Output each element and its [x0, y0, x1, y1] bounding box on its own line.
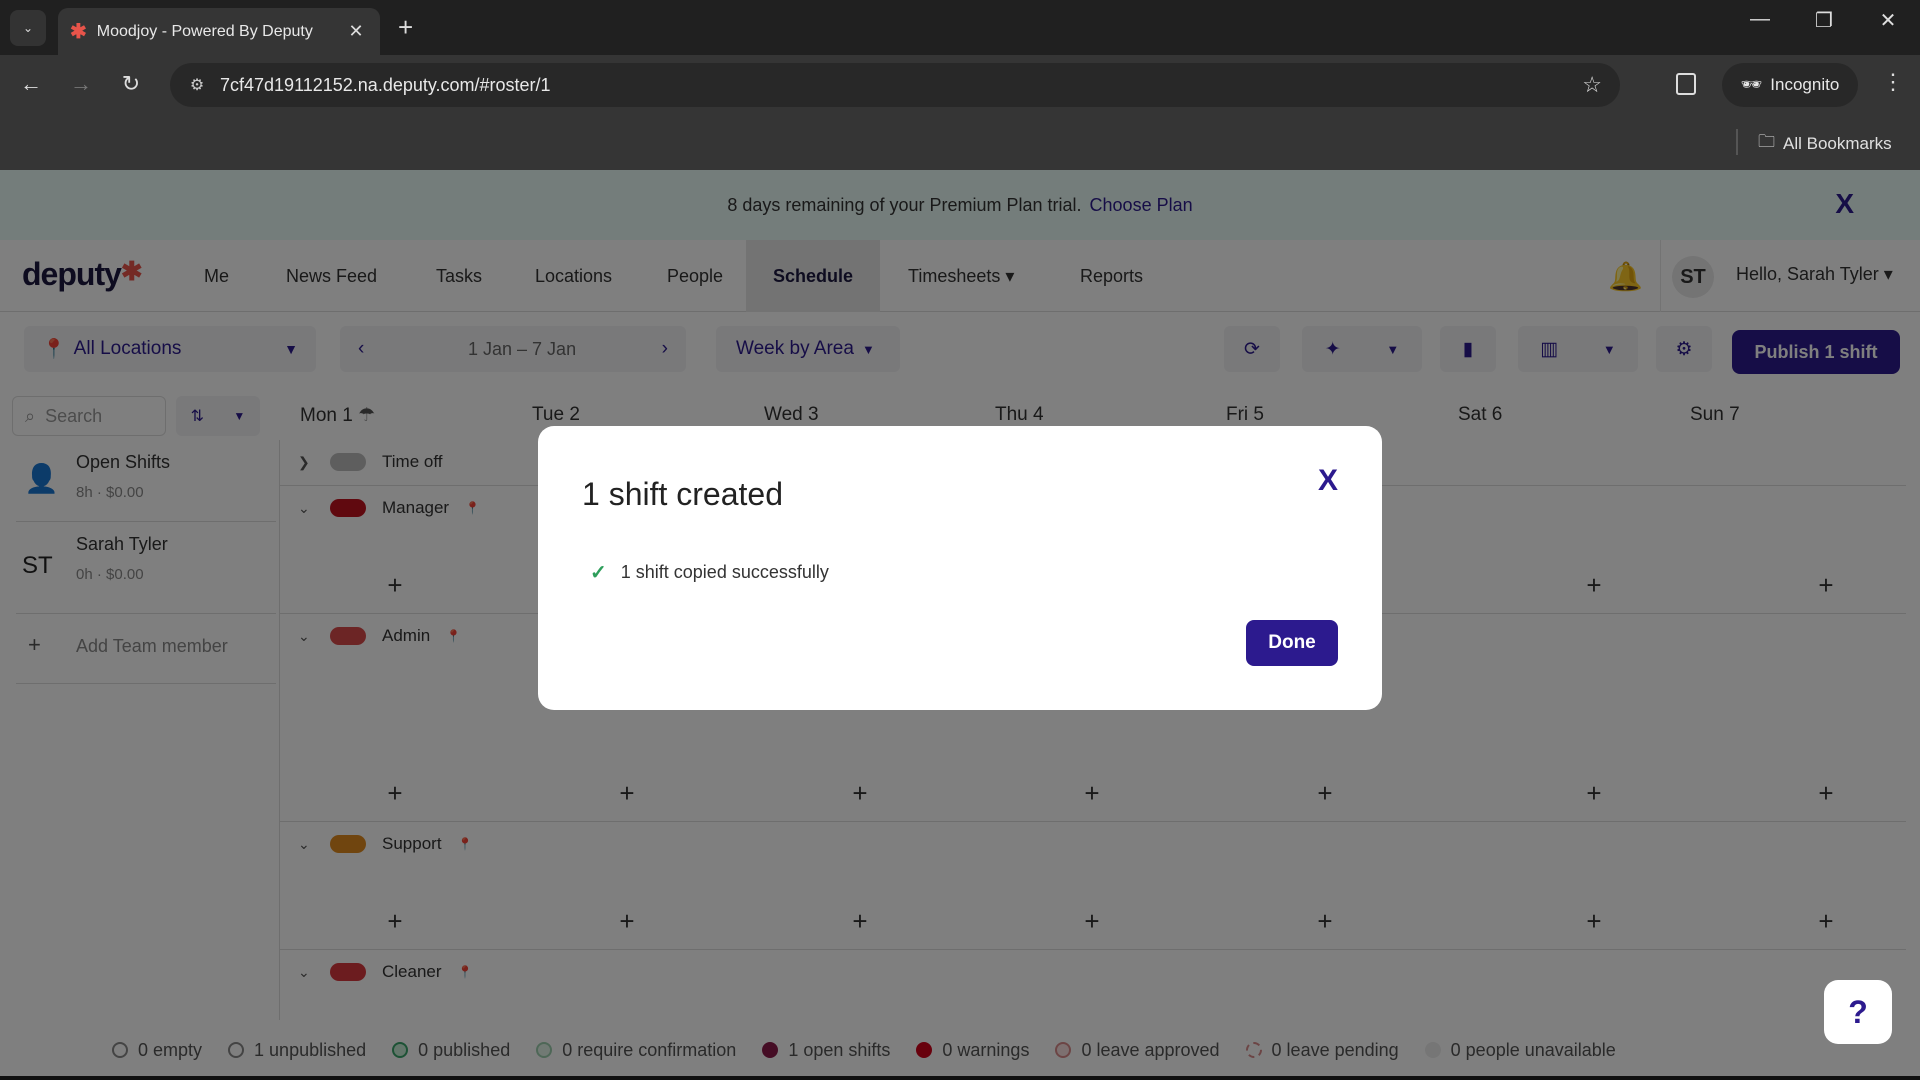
- url-text[interactable]: 7cf47d19112152.na.deputy.com/#roster/1: [220, 75, 551, 96]
- browser-tab[interactable]: ✱ Moodjoy - Powered By Deputy ✕: [58, 8, 380, 55]
- incognito-label: Incognito: [1770, 75, 1840, 94]
- all-bookmarks-label: All Bookmarks: [1783, 133, 1892, 153]
- dialog-message-text: 1 shift copied successfully: [620, 562, 829, 582]
- taskbar-edge: [0, 1076, 1920, 1080]
- window-close-icon[interactable]: ✕: [1868, 8, 1908, 33]
- help-button[interactable]: ?: [1824, 980, 1892, 1044]
- site-info-icon[interactable]: ⚙: [182, 75, 212, 95]
- reload-icon[interactable]: ↻: [116, 71, 146, 97]
- browser-menu-icon[interactable]: ⋮: [1882, 69, 1904, 95]
- deputy-favicon-icon: ✱: [70, 21, 87, 43]
- incognito-indicator[interactable]: 🕶 Incognito: [1722, 63, 1858, 107]
- done-button[interactable]: Done: [1246, 620, 1338, 666]
- browser-tab-bar: ⌄ ✱ Moodjoy - Powered By Deputy ✕ + — ❐ …: [0, 0, 1920, 55]
- forward-icon[interactable]: →: [66, 71, 96, 97]
- tab-title: Moodjoy - Powered By Deputy: [96, 22, 313, 40]
- folder-icon: 🗀: [1758, 132, 1775, 151]
- new-tab-button[interactable]: +: [398, 12, 413, 43]
- deputy-app: 8 days remaining of your Premium Plan tr…: [0, 170, 1920, 1080]
- dialog-title: 1 shift created: [582, 476, 783, 512]
- address-bar[interactable]: ⚙ 7cf47d19112152.na.deputy.com/#roster/1…: [170, 63, 1620, 107]
- dialog-message: ✓ 1 shift copied successfully: [590, 560, 829, 585]
- back-icon[interactable]: ←: [16, 71, 46, 97]
- checkmark-icon: ✓: [590, 562, 607, 584]
- restore-icon[interactable]: ❐: [1804, 8, 1844, 33]
- tab-close-icon[interactable]: ✕: [344, 21, 368, 42]
- all-bookmarks-button[interactable]: 🗀 All Bookmarks: [1758, 129, 1892, 158]
- incognito-icon: 🕶: [1740, 75, 1763, 94]
- bookmarks-divider: [1736, 129, 1738, 155]
- screen: ⌄ ✱ Moodjoy - Powered By Deputy ✕ + — ❐ …: [0, 0, 1920, 1080]
- browser-toolbar: ← → ↻ ⚙ 7cf47d19112152.na.deputy.com/#ro…: [0, 55, 1920, 115]
- bookmarks-bar: 🗀 All Bookmarks: [0, 115, 1920, 170]
- dialog-close-icon[interactable]: X: [1318, 464, 1338, 498]
- shift-created-dialog: 1 shift created X ✓ 1 shift copied succe…: [538, 426, 1382, 710]
- tab-search-button[interactable]: ⌄: [10, 10, 46, 46]
- bookmark-star-icon[interactable]: ☆: [1582, 72, 1602, 98]
- minimize-icon[interactable]: —: [1740, 8, 1780, 31]
- side-panel-icon[interactable]: [1676, 73, 1696, 95]
